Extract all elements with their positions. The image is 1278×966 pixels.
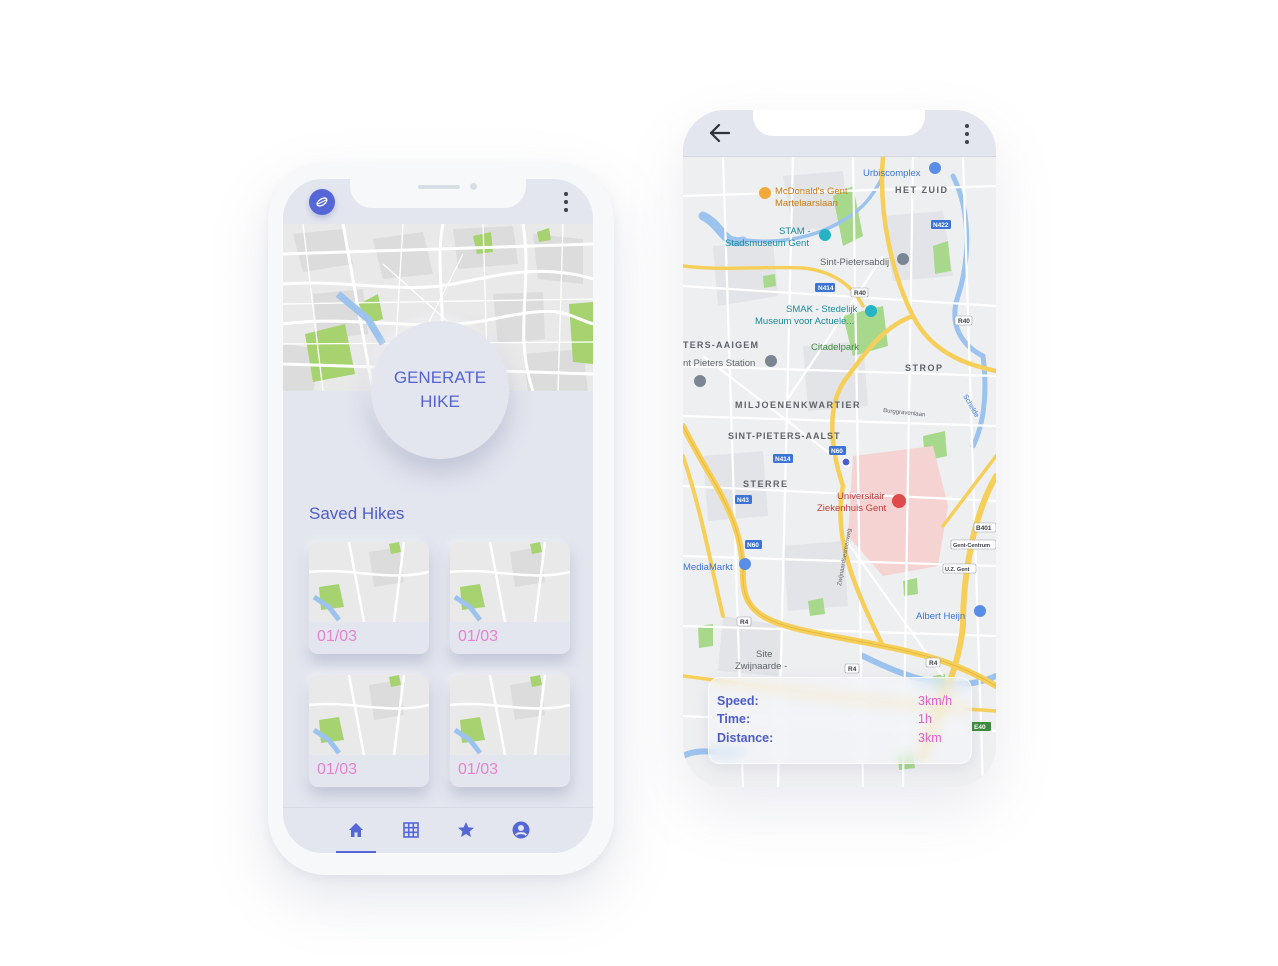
map-label-station: nt Pieters Station [683, 358, 755, 369]
map-label-site: Site [756, 649, 772, 660]
hike-date: 01/03 [458, 761, 499, 778]
map-label-stadsmuseum: Stadsmuseum Gent [725, 238, 809, 249]
map-label-mcdonalds: McDonald's Gent [775, 186, 848, 197]
active-tab-indicator [336, 851, 376, 853]
more-options-icon[interactable] [561, 191, 571, 213]
saved-hike-card[interactable]: 01/03 [450, 542, 570, 654]
map-top-bar [683, 110, 996, 157]
grid-icon[interactable] [401, 820, 421, 840]
road-label-b401: B401 [976, 525, 992, 532]
map-label-sint-pietersabdij: Sint-Pietersabdij [820, 257, 889, 268]
home-top-bar [283, 179, 593, 224]
map-label-sterre: STERRE [743, 479, 789, 489]
front-camera [470, 183, 477, 190]
map-label-smak: SMAK - Stedelijk [786, 304, 858, 315]
hike-map-thumbnail [309, 675, 429, 755]
hike-map-thumbnail [309, 542, 429, 622]
map-label-aaigem: TERS-AAIGEM [683, 340, 759, 350]
map-label-universitair: Universitair [837, 491, 885, 502]
exit-label-gent-centrum: Gent-Centrum [953, 543, 990, 549]
hike-stats-panel: Speed: 3km/h Time: 1h Distance: 3km [708, 677, 972, 764]
road-label-e40: E40 [974, 724, 986, 731]
app-logo-icon[interactable] [309, 189, 335, 215]
saved-hikes-title: Saved Hikes [309, 504, 405, 523]
road-label-n43: N43 [737, 497, 749, 504]
speed-value: 3km/h [918, 694, 953, 708]
home-screen: GENERATE HIKE Saved Hikes 01/03 01/03 01… [283, 179, 593, 853]
home-icon[interactable] [346, 820, 366, 840]
road-label-n60: N60 [831, 448, 843, 455]
distance-label: Distance: [717, 731, 774, 745]
road-label-r4: R4 [929, 660, 938, 667]
notch [350, 179, 526, 208]
map-label-urbiscomplex: Urbiscomplex [863, 168, 921, 179]
speed-label: Speed: [717, 694, 759, 708]
map-label-albert-heijn: Albert Heijn [916, 611, 965, 622]
hike-map-thumbnail [450, 675, 570, 755]
map-label-strop: STROP [905, 363, 944, 373]
home-phone: GENERATE HIKE Saved Hikes 01/03 01/03 01… [268, 163, 614, 875]
back-arrow-icon[interactable] [707, 122, 733, 144]
account-icon[interactable] [511, 820, 531, 840]
road-label-n422: N422 [933, 222, 949, 229]
hike-date: 01/03 [458, 628, 499, 645]
road-label-n414: N414 [818, 285, 834, 292]
road-label-r40: R40 [958, 318, 970, 325]
hike-map-thumbnail [450, 542, 570, 622]
hike-date: 01/03 [317, 761, 358, 778]
speed-row: Speed: 3km/h [717, 694, 961, 712]
map-label-ziekenhuis-gent: Ziekenhuis Gent [817, 503, 887, 514]
exit-label-uz-gent: U.Z. Gent [945, 567, 970, 573]
notch [753, 110, 925, 136]
hike-date: 01/03 [317, 628, 358, 645]
time-label: Time: [717, 712, 751, 726]
saved-hike-card[interactable]: 01/03 [450, 675, 570, 787]
map-label-smak-museum: Museum voor Actuele... [755, 316, 854, 327]
bottom-navigation [283, 807, 593, 853]
distance-value: 3km [918, 731, 942, 745]
star-icon[interactable] [456, 820, 476, 840]
map-label-citadelpark: Citadelpark [811, 342, 859, 353]
generate-hike-label-line1: GENERATE [393, 368, 487, 387]
map-label-sint-pieters-aalst: SINT-PIETERS-AALST [728, 431, 841, 441]
saved-hike-card[interactable]: 01/03 [309, 675, 429, 787]
map-label-mediamarkt: MediaMarkt [683, 562, 733, 573]
more-options-icon[interactable] [962, 123, 972, 145]
map-phone: N414 R40 R40 N422 N414 N60 N43 N60 R4 R4… [683, 110, 996, 787]
map-label-miljoenenkwartier: MILJOENENKWARTIER [735, 400, 861, 410]
generate-hike-label-line2: HIKE [420, 392, 460, 411]
time-value: 1h [918, 712, 932, 726]
map-label-zwijnaarde: Zwijnaarde - [735, 661, 787, 672]
generate-hike-button[interactable]: GENERATE HIKE [371, 321, 509, 459]
road-label-n414: N414 [775, 456, 791, 463]
time-row: Time: 1h [717, 712, 961, 730]
road-label-r4: R4 [848, 666, 857, 673]
distance-row: Distance: 3km [717, 731, 961, 749]
map-label-mcdonalds-street: Martelaarslaan [775, 198, 838, 209]
road-label-r4: R4 [740, 619, 749, 626]
map-label-stam: STAM - [779, 226, 811, 237]
speaker-grille [418, 185, 460, 189]
saved-hike-card[interactable]: 01/03 [309, 542, 429, 654]
road-label-n60: N60 [747, 542, 759, 549]
map-label-het-zuid: HET ZUID [895, 185, 949, 195]
road-label-r40: R40 [854, 290, 866, 297]
